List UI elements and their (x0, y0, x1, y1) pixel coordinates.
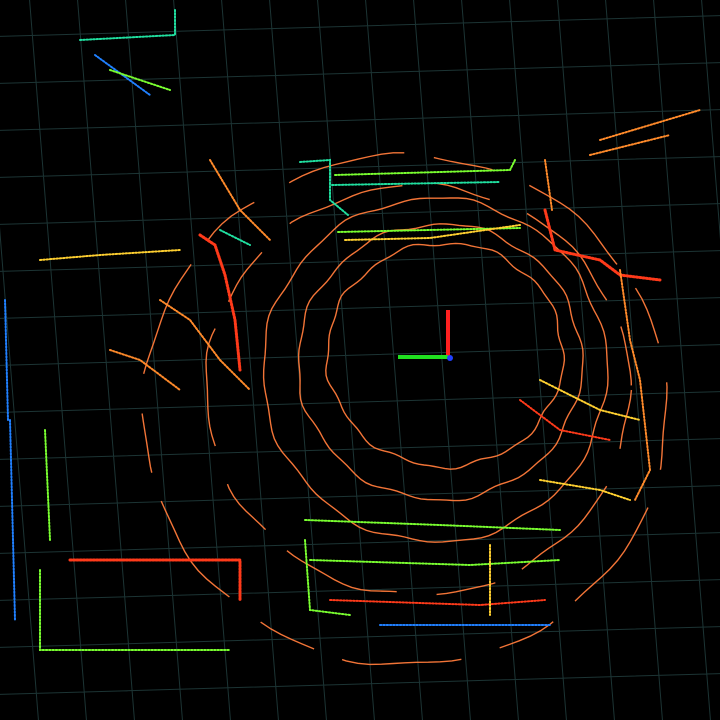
structure-top-wall (334, 159, 516, 176)
structure-far-left-edge (9, 419, 16, 621)
structure-right-pillar (544, 159, 553, 211)
ground-grid (0, 0, 720, 720)
grid-lines (0, 0, 720, 720)
point-cloud-structures (4, 9, 701, 651)
structure-right-wall (619, 269, 652, 501)
structure-bottom-wall-3 (329, 599, 546, 607)
z-axis-marker (447, 355, 453, 361)
structure-top-wall-inner (331, 181, 501, 186)
structure-left-horizon (39, 249, 181, 261)
structure-bottom-wall (304, 519, 561, 531)
point-cloud-viewport[interactable] (0, 0, 720, 720)
scan-ring (297, 223, 584, 502)
structure-far-top-right-2 (589, 134, 671, 156)
structure-left-wall (198, 233, 242, 372)
structure-left-green (219, 229, 251, 246)
structure-left-inner-edge (44, 429, 51, 541)
structure-bottom-left-block (304, 539, 351, 616)
structure-bottom-wall-2 (309, 559, 561, 567)
point-cloud-canvas[interactable] (0, 0, 720, 720)
structure-lower-left-outline (39, 569, 231, 651)
